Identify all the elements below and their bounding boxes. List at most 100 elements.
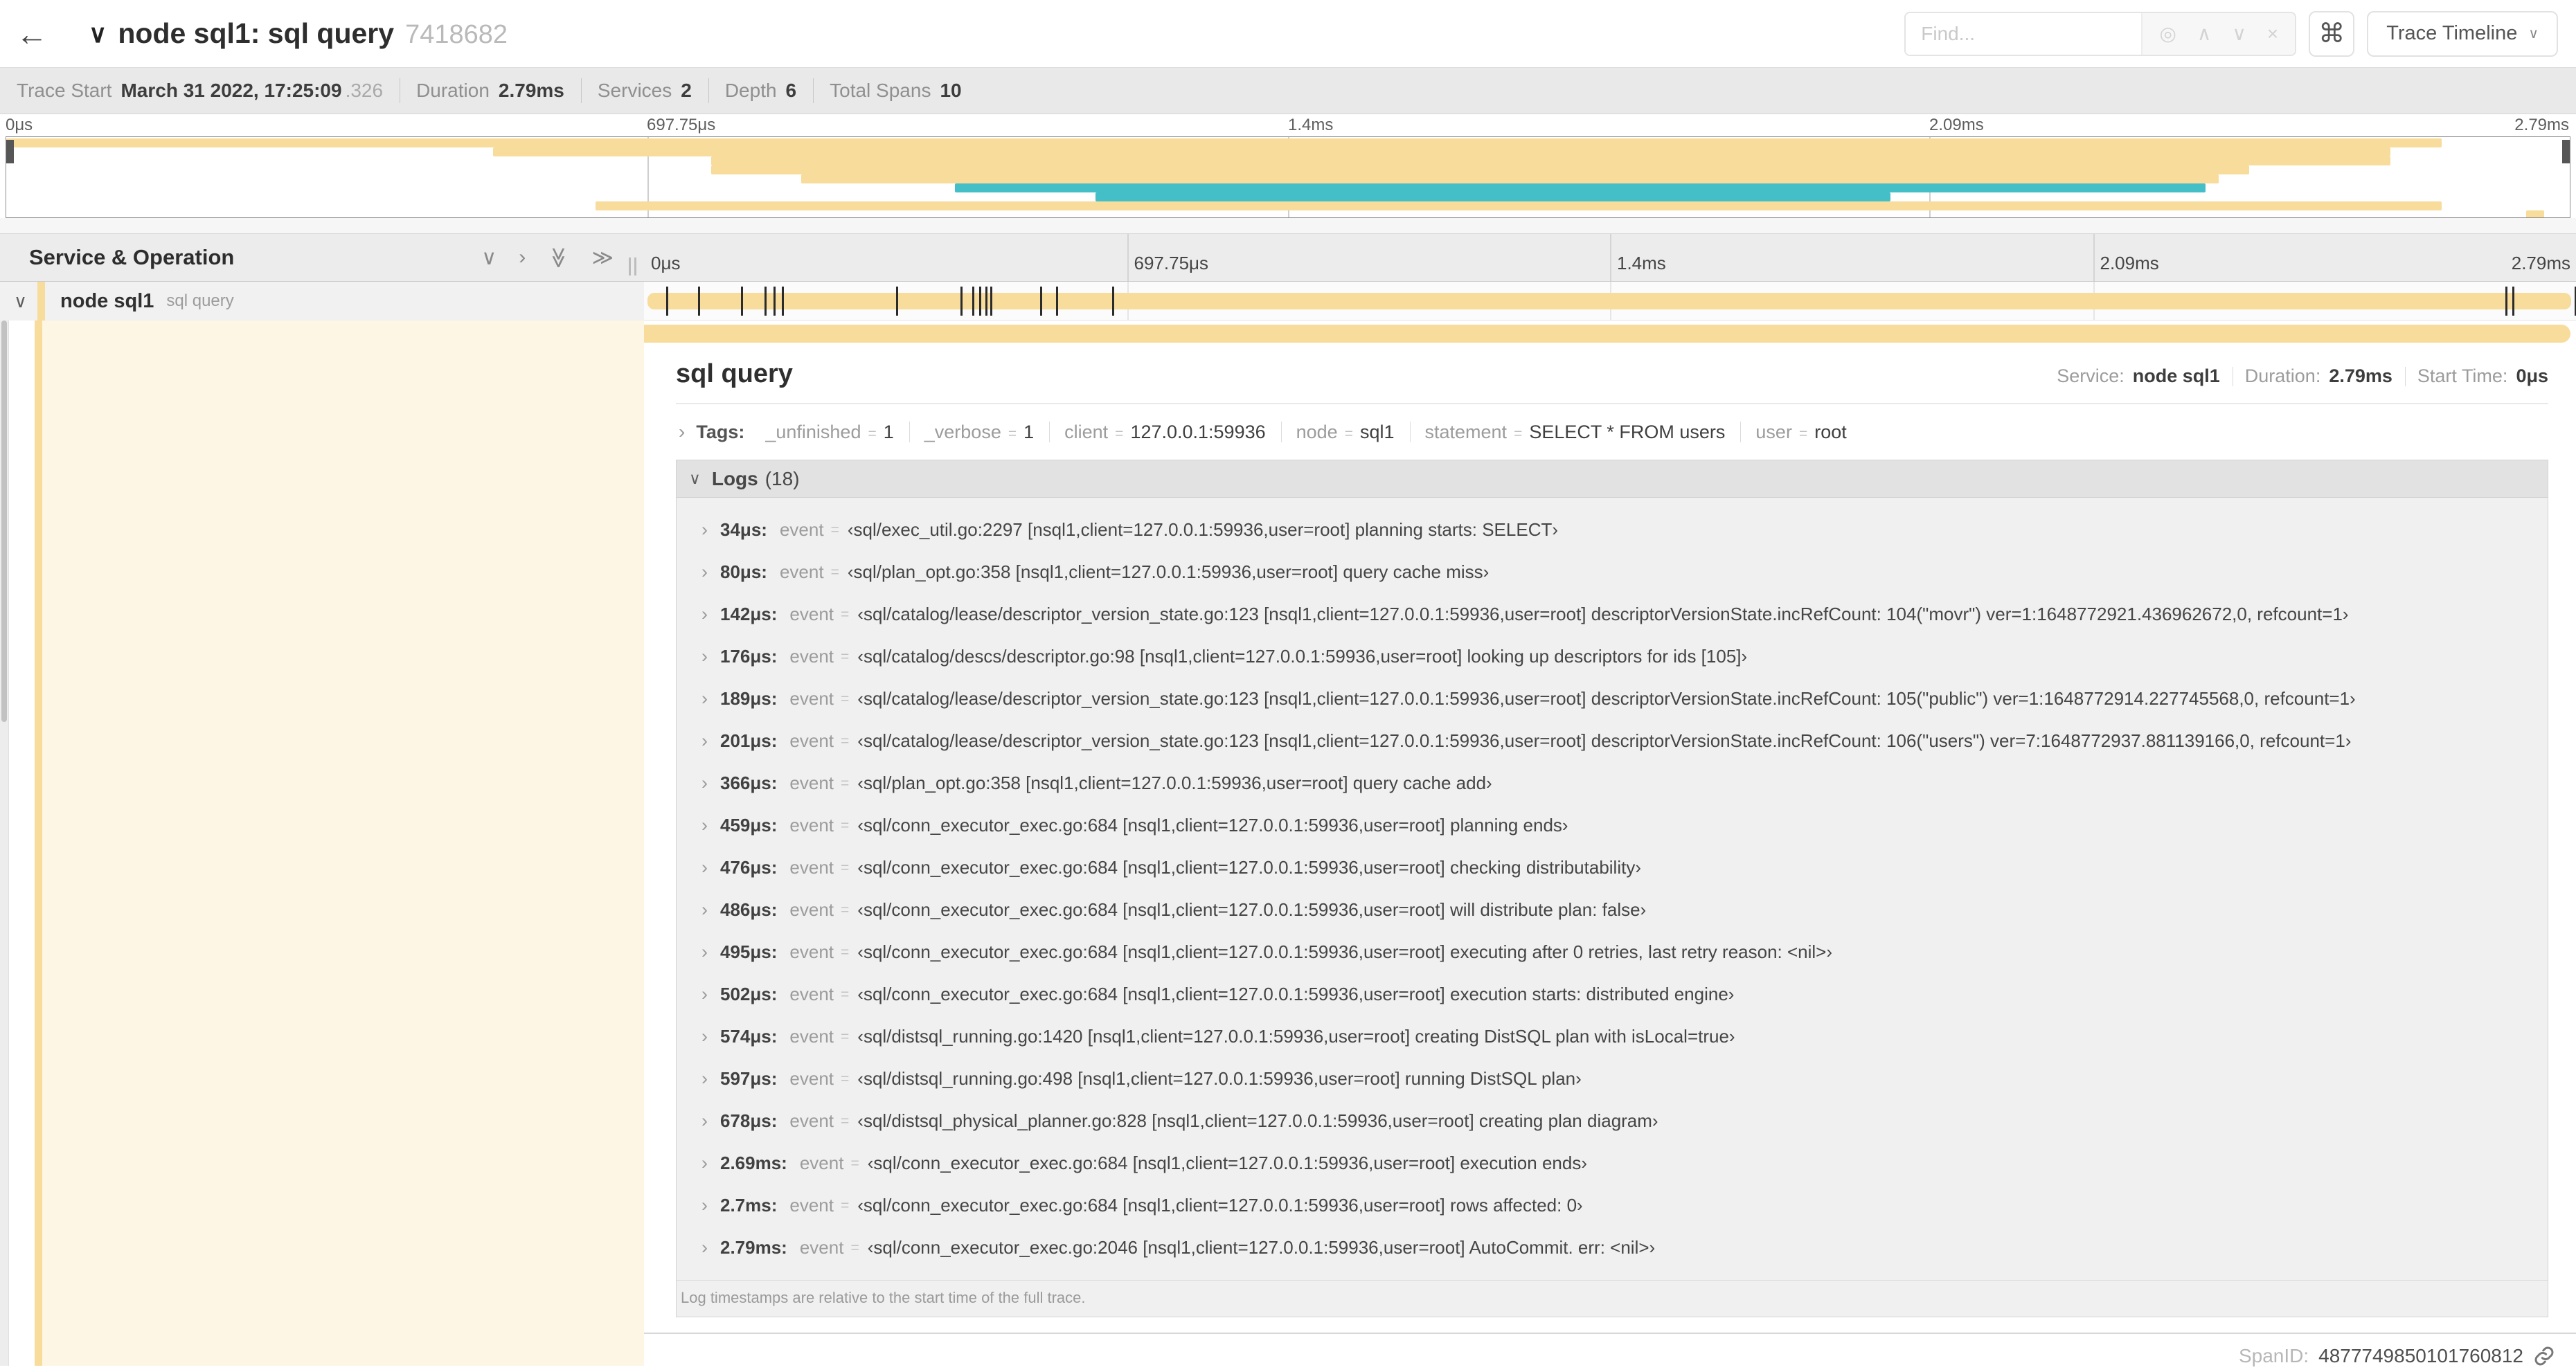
collapse-all-double-chevron-down-icon[interactable]: ≫ [546, 246, 571, 268]
log-equals: = [841, 944, 850, 960]
detail-span-bar[interactable] [644, 325, 2570, 343]
span-service-name: node sql1 [60, 289, 154, 312]
log-row[interactable]: › 366μs: event = ‹sql/plan_opt.go:358 [nsql1… [692, 762, 2532, 804]
detail-start-label: Start Time: [2417, 365, 2508, 386]
log-timestamp: 459μs: [720, 815, 778, 836]
span-row[interactable]: ∨ node sql1 sql query [0, 282, 2576, 321]
logs-footer-note: Log timestamps are relative to the start… [677, 1280, 2548, 1317]
log-field-name: event [779, 519, 824, 540]
log-row[interactable]: › 2.7ms: event = ‹sql/conn_executor_exec.go:… [692, 1184, 2532, 1227]
tag-item[interactable]: client = 127.0.0.1:59936 [1049, 421, 1280, 443]
expand-one-chevron-right-icon[interactable]: › [519, 246, 526, 269]
log-row[interactable]: › 34μs: event = ‹sql/exec_util.go:2297 [nsql… [692, 509, 2532, 551]
collapse-one-chevron-down-icon[interactable]: ∨ [481, 246, 497, 270]
detail-header[interactable]: sql query Service: node sql1 Duration: 2… [676, 359, 2548, 404]
command-icon: ⌘ [2318, 19, 2345, 48]
deep-link-icon[interactable] [2533, 1345, 2555, 1367]
log-marker-tick [1040, 286, 1042, 316]
minimap-span-bar [1095, 192, 1890, 201]
back-arrow-icon: ← [16, 15, 48, 52]
log-row[interactable]: › 495μs: event = ‹sql/conn_executor_exec.go:… [692, 931, 2532, 973]
log-timestamp: 189μs: [720, 688, 778, 709]
log-field-name: event [789, 1026, 834, 1047]
minimap-right-drag-handle[interactable] [2562, 140, 2570, 163]
log-equals: = [841, 901, 850, 918]
span-color-accent [37, 282, 46, 321]
tag-item[interactable]: _verbose = 1 [909, 421, 1049, 443]
span-row-name-column: ∨ node sql1 sql query [0, 282, 644, 321]
tags-chevron-right-icon: › [679, 421, 686, 442]
tags-accordion[interactable]: › Tags: _unfinished = 1 _verbose = 1 client = 12… [676, 404, 2548, 460]
logs-list: › 34μs: event = ‹sql/exec_util.go:2297 [nsql… [677, 498, 2548, 1273]
tag-item[interactable]: user = root [1740, 421, 1861, 443]
log-row[interactable]: › 502μs: event = ‹sql/conn_executor_exec.go:… [692, 973, 2532, 1016]
log-row[interactable]: › 2.69ms: event = ‹sql/conn_executor_exec.go… [692, 1142, 2532, 1184]
trace-view-dropdown[interactable]: Trace Timeline ∨ [2367, 10, 2558, 57]
minimap-canvas[interactable] [6, 136, 2570, 218]
log-event-value: ‹sql/conn_executor_exec.go:684 [nsql1,cl… [857, 857, 1641, 878]
tag-equals: = [1115, 425, 1124, 442]
log-row[interactable]: › 201μs: event = ‹sql/catalog/lease/descript… [692, 720, 2532, 762]
log-event-value: ‹sql/conn_executor_exec.go:684 [nsql1,cl… [857, 941, 1833, 962]
log-row[interactable]: › 142μs: event = ‹sql/catalog/lease/descript… [692, 593, 2532, 635]
log-chevron-right-icon: › [701, 519, 708, 540]
log-marker-tick [990, 286, 992, 316]
log-row[interactable]: › 574μs: event = ‹sql/distsql_running.go:142… [692, 1016, 2532, 1058]
span-detail-card: sql query Service: node sql1 Duration: 2… [644, 343, 2576, 1334]
log-equals: = [841, 986, 850, 1002]
log-chevron-right-icon: › [701, 730, 708, 751]
minimap-left-drag-handle[interactable] [6, 140, 14, 163]
back-button[interactable]: ← [0, 0, 64, 67]
log-marker-tick [972, 286, 974, 316]
keyboard-shortcuts-button[interactable]: ⌘ [2309, 10, 2355, 57]
locate-icon[interactable]: ◎ [2159, 22, 2176, 45]
log-row[interactable]: › 80μs: event = ‹sql/plan_opt.go:358 [nsql1,… [692, 551, 2532, 593]
stat-label: Depth [724, 80, 777, 101]
logs-chevron-down-icon: ∨ [689, 469, 701, 487]
expand-all-double-chevron-right-icon[interactable]: ≫ [592, 246, 614, 270]
log-row[interactable]: › 678μs: event = ‹sql/distsql_physical_plann… [692, 1100, 2532, 1142]
log-field-name: event [789, 1110, 834, 1131]
timeline-ruler: 0μs 697.75μs 1.4ms 2.09ms 2.79ms [644, 234, 2576, 281]
log-event-value: ‹sql/exec_util.go:2297 [nsql1,client=127… [847, 519, 1559, 540]
log-timestamp: 476μs: [720, 857, 778, 878]
log-row[interactable]: › 189μs: event = ‹sql/catalog/lease/descript… [692, 678, 2532, 720]
left-scroll-rail[interactable] [0, 321, 9, 1366]
logs-label: Logs [711, 467, 758, 489]
stat-label: Trace Start [17, 80, 112, 101]
trace-title-chevron-down-icon[interactable]: ∨ [89, 19, 107, 48]
log-event-value: ‹sql/conn_executor_exec.go:684 [nsql1,cl… [857, 984, 1735, 1004]
tag-item[interactable]: node = sql1 [1280, 421, 1410, 443]
log-row[interactable]: › 2.79ms: event = ‹sql/conn_executor_exec.go… [692, 1227, 2532, 1269]
prev-match-icon[interactable]: ∧ [2197, 22, 2212, 45]
left-scroll-thumb[interactable] [1, 321, 7, 722]
log-row[interactable]: › 486μs: event = ‹sql/conn_executor_exec.go:… [692, 889, 2532, 931]
log-marker-tick [895, 286, 898, 316]
clear-search-icon[interactable]: × [2267, 23, 2278, 45]
span-row-timeline[interactable] [644, 282, 2576, 321]
stat-value: March 31 2022, 17:25:09 [120, 80, 342, 101]
span-collapse-chevron-down-icon[interactable]: ∨ [14, 291, 27, 312]
log-chevron-right-icon: › [701, 1110, 708, 1131]
log-field-name: event [789, 604, 834, 624]
span-duration-bar[interactable] [647, 292, 2571, 309]
tag-item[interactable]: statement = SELECT * FROM users [1409, 421, 1741, 443]
log-chevron-right-icon: › [701, 899, 708, 920]
ruler-gridline [2093, 234, 2095, 281]
column-resize-grip[interactable] [629, 258, 636, 276]
log-field-name: event [789, 984, 834, 1004]
log-row[interactable]: › 176μs: event = ‹sql/catalog/descs/descript… [692, 635, 2532, 678]
log-row[interactable]: › 459μs: event = ‹sql/conn_executor_exec.go:… [692, 804, 2532, 847]
log-row[interactable]: › 597μs: event = ‹sql/distsql_running.go:498… [692, 1058, 2532, 1100]
minimap-span-bar [800, 174, 2219, 183]
detail-left-gutter [10, 321, 35, 1366]
tag-item[interactable]: _unfinished = 1 [750, 422, 909, 443]
log-row[interactable]: › 476μs: event = ‹sql/conn_executor_exec.go:… [692, 847, 2532, 889]
next-match-icon[interactable]: ∨ [2232, 22, 2246, 45]
stat-total-spans: Total Spans 10 [813, 80, 978, 102]
log-equals: = [841, 1028, 850, 1045]
trace-title: node sql1: sql query [118, 17, 395, 49]
logs-header[interactable]: ∨ Logs (18) [677, 460, 2548, 498]
log-marker-tick [773, 286, 776, 316]
find-input[interactable] [1906, 12, 2142, 55]
